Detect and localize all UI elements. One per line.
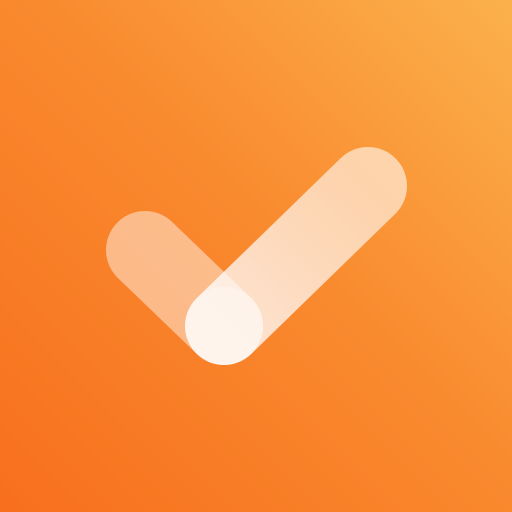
- checkmark-overlap-joint: [185, 287, 263, 365]
- checkmark-app-icon: [0, 0, 512, 512]
- app-icon-canvas: [0, 0, 512, 512]
